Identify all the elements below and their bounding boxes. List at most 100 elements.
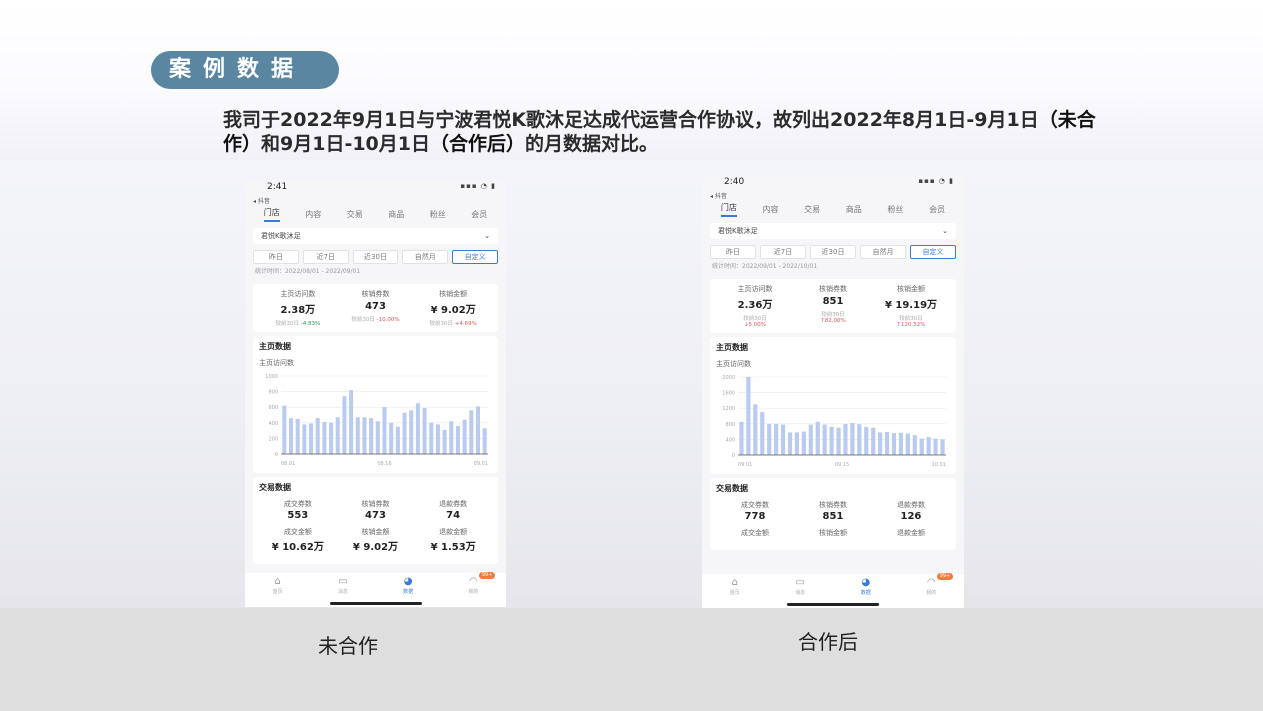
chart-bar: [382, 407, 387, 454]
bottom-nav: ⌂ 首页 ▭ 消息 ◕ 数据 ◠ 我的 99+: [245, 572, 506, 607]
chart-bar: [878, 432, 883, 455]
chart-bar: [760, 412, 765, 455]
store-select[interactable]: 君悦K歌沐足 ⌄: [710, 223, 956, 239]
chart-bar: [395, 426, 400, 454]
y-tick-label: 1200: [722, 406, 735, 412]
trade-label: 成交券数: [283, 500, 312, 508]
trade-value: ¥ 9.02万: [352, 542, 399, 553]
chart-bar: [822, 424, 827, 455]
home-icon: ⌂: [274, 576, 281, 587]
tab-goods[interactable]: 商品: [388, 209, 404, 220]
chart-bar: [871, 427, 876, 455]
caption-before: 未合作: [318, 634, 378, 658]
nav-data[interactable]: ◕ 数据: [388, 576, 428, 595]
chart-bar: [774, 423, 779, 455]
tab-goods[interactable]: 商品: [846, 204, 862, 215]
chart-bar: [415, 403, 420, 454]
date-range-tabs: 昨日 近7日 近30日 自然月 自定义: [253, 250, 498, 264]
trade-value: 553: [287, 510, 309, 521]
chart-bar: [455, 425, 460, 454]
kpi-delta: +4.69%: [454, 321, 477, 327]
chart-subtitle: 主页访问数: [716, 360, 751, 368]
tab-store[interactable]: 门店: [720, 202, 737, 217]
kpi-value: 2.36万: [737, 300, 773, 311]
range-7d[interactable]: 近7日: [760, 245, 806, 259]
chart-bar: [482, 428, 487, 454]
chart-bar: [767, 423, 772, 455]
range-30d[interactable]: 近30日: [352, 250, 399, 264]
y-tick-label: 0: [732, 453, 735, 459]
store-select[interactable]: 君悦K歌沐足 ⌄: [253, 228, 498, 244]
chart-bar: [808, 424, 813, 455]
y-tick-label: 200: [268, 436, 278, 442]
kpi-value: 851: [822, 296, 844, 307]
nav-mine[interactable]: ◠ 我的 99+: [453, 572, 496, 595]
tab-fans[interactable]: 粉丝: [887, 204, 903, 215]
trade-item: 成交券数 553: [259, 499, 337, 521]
x-tick-label: 08.16: [377, 461, 391, 467]
nav-home[interactable]: ⌂ 首页: [258, 576, 298, 595]
chart-bar: [884, 431, 890, 455]
trade-label: 成交金额: [740, 529, 769, 537]
back-link[interactable]: ◂ 抖音: [245, 196, 506, 205]
chart-bar: [829, 426, 834, 455]
tab-store[interactable]: 门店: [263, 207, 280, 222]
range-yesterday[interactable]: 昨日: [710, 245, 756, 259]
kpi-value: ¥ 9.02万: [430, 305, 476, 316]
range-month[interactable]: 自然月: [402, 250, 449, 264]
nav-label: 我的: [468, 589, 479, 595]
nav-mine[interactable]: ◠ 我的 99+: [911, 573, 954, 596]
kpi-label: 主页访问数: [737, 285, 773, 293]
chart-bar: [469, 410, 474, 454]
range-30d[interactable]: 近30日: [810, 245, 856, 259]
nav-data[interactable]: ◕ 数据: [846, 577, 886, 596]
trade-item: 核销金额 ¥ 9.02万: [337, 527, 415, 553]
y-tick-label: 400: [725, 437, 735, 443]
kpi-delta: ↑82.00%: [820, 318, 846, 324]
tab-trade[interactable]: 交易: [804, 204, 820, 215]
nav-messages[interactable]: ▭ 消息: [780, 577, 820, 596]
pie-chart-icon: ◕: [861, 577, 871, 588]
home-data-card: 主页数据 主页访问数 2000 1600 1200 800 400 0 09.01 09.15…: [710, 337, 956, 474]
tab-content[interactable]: 内容: [762, 204, 778, 215]
tab-members[interactable]: 会员: [471, 209, 487, 220]
chart-bar: [462, 419, 467, 454]
range-month[interactable]: 自然月: [860, 245, 906, 259]
kpi-compare: 较前30日 ↓5.00%: [716, 314, 794, 328]
trade-value: 74: [446, 510, 461, 521]
back-link[interactable]: ◂ 抖音: [702, 191, 964, 200]
y-tick-label: 1000: [265, 374, 278, 380]
kpi-compare: 较前30日 ↑82.00%: [794, 310, 872, 324]
section-title-home: 主页数据: [716, 343, 748, 352]
stat-date-range: 统计时间：2022/09/01 - 2022/10/01: [712, 263, 818, 270]
trade-item: 成交券数 778: [716, 500, 794, 522]
top-tabs: 门店 内容 交易 商品 粉丝 会员: [702, 199, 964, 219]
tab-members[interactable]: 会员: [929, 204, 945, 215]
nav-messages[interactable]: ▭ 消息: [323, 576, 363, 595]
tab-trade[interactable]: 交易: [347, 209, 363, 220]
range-yesterday[interactable]: 昨日: [253, 250, 299, 264]
range-custom[interactable]: 自定义: [452, 250, 498, 264]
tab-fans[interactable]: 粉丝: [430, 209, 446, 220]
status-time: 2:41: [267, 182, 288, 192]
kpi-verified-coupons: 核销券数 473 较前30日 -10.00%: [337, 289, 415, 327]
kpi-compare: 较前30日 +4.69%: [414, 319, 492, 327]
kpi-delta: -10.00%: [376, 317, 400, 323]
kpi-compare-label: 较前30日: [351, 317, 375, 323]
kpi-label: 核销金额: [897, 285, 925, 293]
trade-value: 473: [365, 510, 386, 521]
trade-label: 退款券数: [439, 500, 468, 508]
background-bottom: [0, 608, 1263, 711]
section-title-trade: 交易数据: [259, 483, 291, 492]
chart-bar: [349, 390, 354, 454]
y-tick-label: 0: [275, 452, 278, 458]
nav-home[interactable]: ⌂ 首页: [715, 577, 755, 596]
phone-screenshot-before: 2:41 ▪▪▪ ◔ ▮ ◂ 抖音 门店 内容 交易 商品 粉丝 会员 君悦K歌…: [245, 180, 506, 607]
chart-bar: [315, 418, 320, 454]
chart-bar: [898, 432, 904, 455]
store-name: 君悦K歌沐足: [718, 227, 758, 235]
tab-content[interactable]: 内容: [305, 209, 321, 220]
range-custom[interactable]: 自定义: [910, 245, 956, 259]
range-7d[interactable]: 近7日: [302, 250, 349, 264]
chart-bar: [402, 412, 407, 454]
